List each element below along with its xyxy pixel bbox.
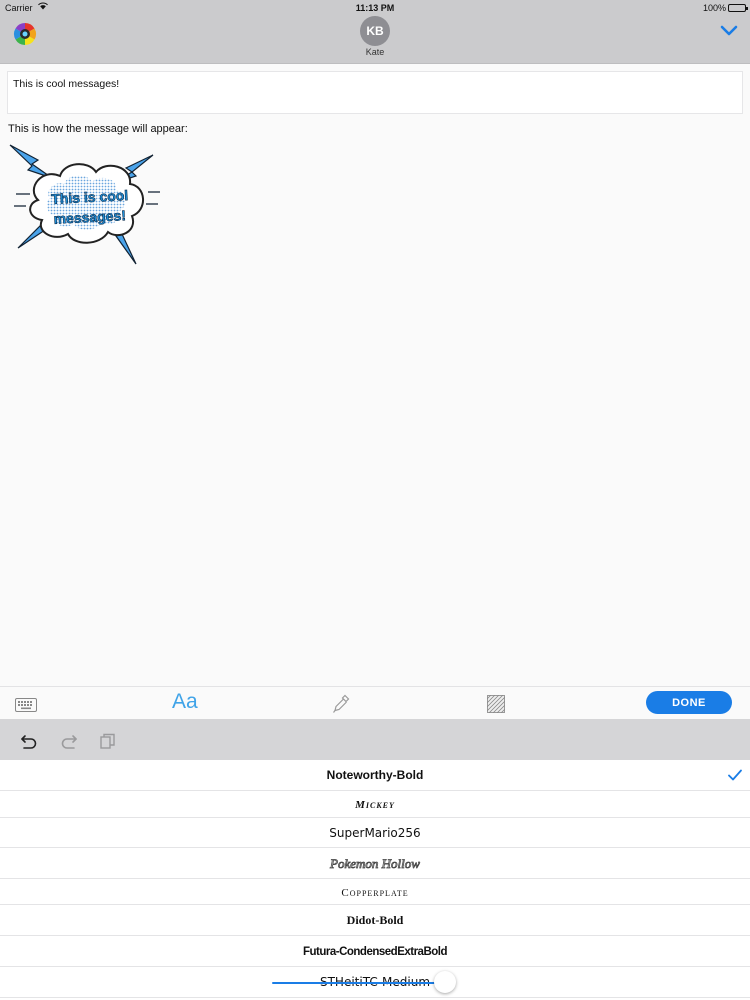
font-option-label: Didot-Bold: [346, 913, 404, 927]
font-option-supermario256[interactable]: SuperMario256: [0, 818, 750, 848]
message-input[interactable]: [7, 71, 743, 114]
font-option-futura-condensed-extra-bold[interactable]: Futura-CondensedExtraBold: [0, 936, 750, 967]
font-option-label: SuperMario256: [329, 826, 421, 840]
battery-percent: 100%: [702, 3, 726, 13]
font-option-label: Pokemon Hollow: [330, 856, 421, 872]
slider-thumb[interactable]: [433, 971, 456, 993]
clock: 11:13 PM: [355, 3, 395, 13]
contact-name: Kate: [365, 47, 385, 57]
color-wheel-icon[interactable]: [12, 21, 38, 47]
comic-sticker-preview: This is cool messages!: [9, 144, 160, 265]
edit-bar: [0, 719, 750, 760]
conversation-header: KB Kate: [0, 16, 750, 64]
font-option-label: Copperplate: [341, 887, 409, 899]
checkmark-icon: [728, 769, 742, 781]
avatar[interactable]: KB: [360, 16, 390, 46]
size-slider[interactable]: [272, 971, 478, 995]
font-option-label: Futura-CondensedExtraBold: [302, 946, 448, 958]
redo-icon[interactable]: [60, 733, 78, 749]
font-option-label: Mickey: [355, 799, 395, 811]
status-bar: Carrier 11:13 PM 100%: [0, 0, 750, 16]
keyboard-icon[interactable]: [15, 698, 37, 712]
font-list: Noteworthy-Bold Mickey SuperMario256 Pok…: [0, 760, 750, 1000]
preview-label: This is how the message will appear:: [8, 123, 188, 135]
slider-track: [272, 982, 445, 984]
font-option-copperplate[interactable]: Copperplate: [0, 879, 750, 905]
done-button[interactable]: DONE: [646, 691, 732, 714]
font-icon[interactable]: Aa: [172, 690, 198, 714]
eyedropper-icon[interactable]: [332, 694, 350, 714]
battery-icon: [728, 4, 748, 12]
font-option-didot-bold[interactable]: Didot-Bold: [0, 905, 750, 936]
copy-icon[interactable]: [99, 733, 117, 749]
chevron-down-icon[interactable]: [720, 24, 738, 38]
font-option-noteworthy-bold[interactable]: Noteworthy-Bold: [0, 760, 750, 791]
editor-toolbar: Aa DONE: [0, 686, 750, 719]
pattern-icon[interactable]: [487, 695, 505, 713]
undo-icon[interactable]: [20, 733, 38, 749]
font-option-label: Noteworthy-Bold: [326, 768, 424, 782]
font-option-mickey[interactable]: Mickey: [0, 791, 750, 818]
font-option-pokemon-hollow[interactable]: Pokemon Hollow: [0, 848, 750, 879]
